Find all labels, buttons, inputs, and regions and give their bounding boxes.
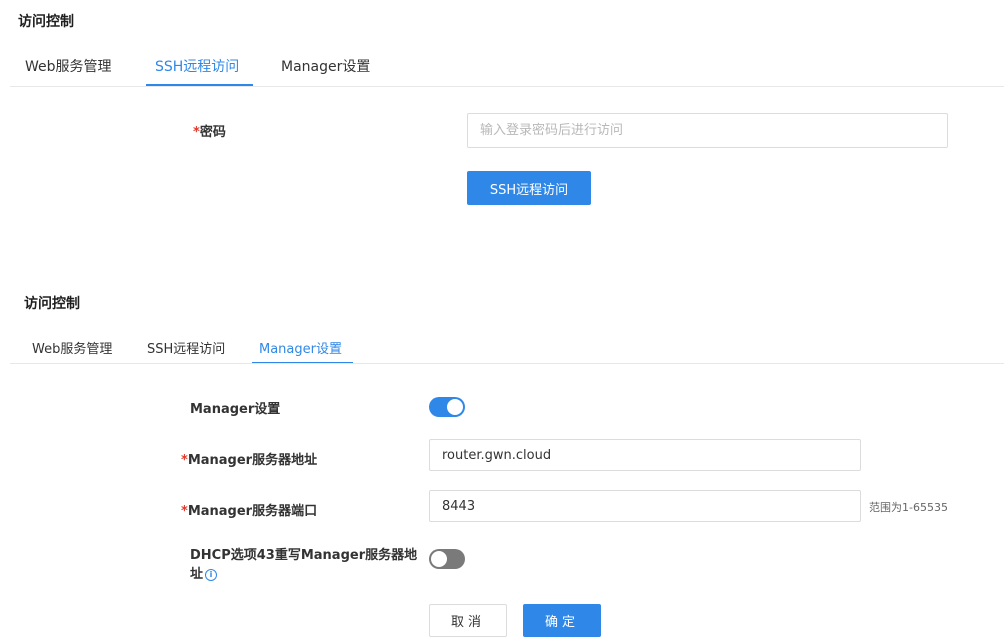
dhcp-override-label-line1: DHCP选项43重写Manager服务器地 (190, 548, 418, 563)
port-range-hint: 范围为1-65535 (869, 501, 948, 514)
password-input[interactable] (467, 113, 948, 148)
section1-title: 访问控制 (18, 14, 74, 30)
required-mark: * (181, 504, 188, 519)
cancel-button[interactable]: 取消 (429, 604, 507, 637)
password-label-text: 密码 (199, 125, 226, 140)
tab-web-service[interactable]: Web服务管理 (25, 56, 112, 76)
server-port-label-text: Manager服务器端口 (187, 504, 318, 519)
dhcp-override-label-line2: 址 (190, 567, 204, 582)
tab-manager-settings-2[interactable]: Manager设置 (259, 338, 342, 357)
ssh-access-button[interactable]: SSH远程访问 (467, 171, 591, 205)
server-port-input[interactable] (429, 490, 861, 522)
dhcp-override-label: DHCP选项43重写Manager服务器地 址i (190, 546, 417, 584)
dhcp-override-label-line2-wrap: 址i (190, 565, 417, 584)
manager-enable-label: Manager设置 (190, 402, 281, 417)
manager-enable-toggle[interactable] (429, 397, 465, 417)
password-label: *密码 (193, 121, 226, 140)
toggle-knob (447, 399, 463, 415)
server-address-input[interactable] (429, 439, 861, 471)
server-address-label-text: Manager服务器地址 (187, 453, 318, 468)
info-circle-icon[interactable]: i (205, 568, 218, 581)
tab-ssh-remote-2[interactable]: SSH远程访问 (147, 338, 225, 357)
tab-ssh-remote[interactable]: SSH远程访问 (155, 56, 239, 76)
required-mark: * (193, 125, 200, 140)
tabs-divider-2 (10, 363, 1004, 364)
dhcp-override-toggle[interactable] (429, 549, 465, 569)
section2-title: 访问控制 (24, 296, 80, 312)
confirm-button[interactable]: 确定 (523, 604, 601, 637)
tab-web-service-2[interactable]: Web服务管理 (32, 338, 112, 357)
tab-manager-settings[interactable]: Manager设置 (281, 56, 370, 76)
required-mark: * (181, 453, 188, 468)
server-address-label: *Manager服务器地址 (181, 449, 317, 468)
toggle-knob (431, 551, 447, 567)
tabs-divider (10, 86, 1004, 87)
server-port-label: *Manager服务器端口 (181, 500, 317, 519)
